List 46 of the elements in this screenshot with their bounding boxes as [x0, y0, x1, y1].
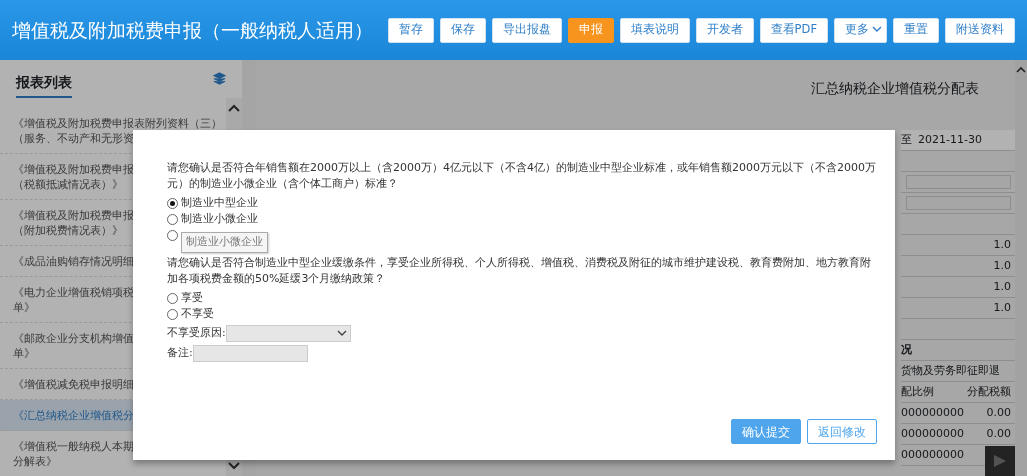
- toolbar-button[interactable]: 保存: [439, 17, 486, 43]
- column-header: 分配税额: [967, 383, 1011, 400]
- toolbar-button[interactable]: 申报: [567, 17, 614, 43]
- chevron-up-icon[interactable]: [1016, 66, 1026, 73]
- dropdown-field[interactable]: [225, 325, 351, 342]
- toolbar-button[interactable]: 填表说明: [619, 17, 690, 43]
- page-title: 增值税及附加税费申报（一般纳税人适用）: [11, 17, 373, 43]
- table-cell-text: 0.00: [986, 425, 1011, 442]
- toolbar-button[interactable]: 导出报盘: [491, 17, 562, 43]
- back-button[interactable]: 返回修改: [807, 419, 877, 444]
- field-label: 备注:: [167, 345, 193, 362]
- toolbar-button[interactable]: 暂存: [387, 17, 434, 43]
- date-value: 2021-11-30: [918, 131, 982, 148]
- toolbar-button[interactable]: 附送资料: [945, 17, 1015, 43]
- period-separator: 至: [901, 131, 912, 148]
- section-heading: 况: [901, 341, 912, 358]
- input-field[interactable]: [192, 345, 308, 362]
- submit-button[interactable]: 确认提交: [731, 419, 801, 444]
- scrollbar[interactable]: [1015, 60, 1027, 476]
- field-label: 不享受原因:: [167, 325, 226, 342]
- toolbar-button[interactable]: 开发者: [695, 17, 754, 43]
- caret-icon: [336, 330, 347, 337]
- toolbar-button[interactable]: 重置: [893, 17, 939, 43]
- input-field[interactable]: [906, 196, 1011, 210]
- caret-icon: [872, 26, 882, 34]
- table-cell-text: 1.0: [993, 299, 1011, 316]
- table-cell-text: 1.0: [993, 236, 1011, 253]
- input-field[interactable]: [906, 175, 1011, 189]
- chevron-down-icon[interactable]: [228, 462, 240, 470]
- table-cell-text: 0.00: [986, 404, 1011, 421]
- table-cell-text: 000000000: [901, 425, 964, 442]
- chevron-up-icon[interactable]: [228, 104, 240, 112]
- table-cell-text: 1.0: [993, 257, 1011, 274]
- radio-label: 不享受: [181, 305, 214, 322]
- layers-icon[interactable]: [213, 72, 226, 85]
- column-header: 配比例: [901, 383, 934, 400]
- table-cell-text: 1.0: [993, 278, 1011, 295]
- table-cell-text: 000000000: [901, 404, 964, 421]
- table-header: 货物及劳务即征即退: [901, 362, 1000, 379]
- form-title: 汇总纳税企业增值税分配表: [811, 80, 979, 96]
- sidebar-title: 报表列表: [16, 72, 72, 98]
- table-cell-text: 000000000: [901, 446, 964, 463]
- toolbar-button[interactable]: 更多: [834, 17, 887, 43]
- toolbar-button[interactable]: 查看PDF: [759, 17, 828, 43]
- tooltip: 制造业小微企业: [181, 232, 268, 253]
- radio-label: 享受: [181, 289, 203, 306]
